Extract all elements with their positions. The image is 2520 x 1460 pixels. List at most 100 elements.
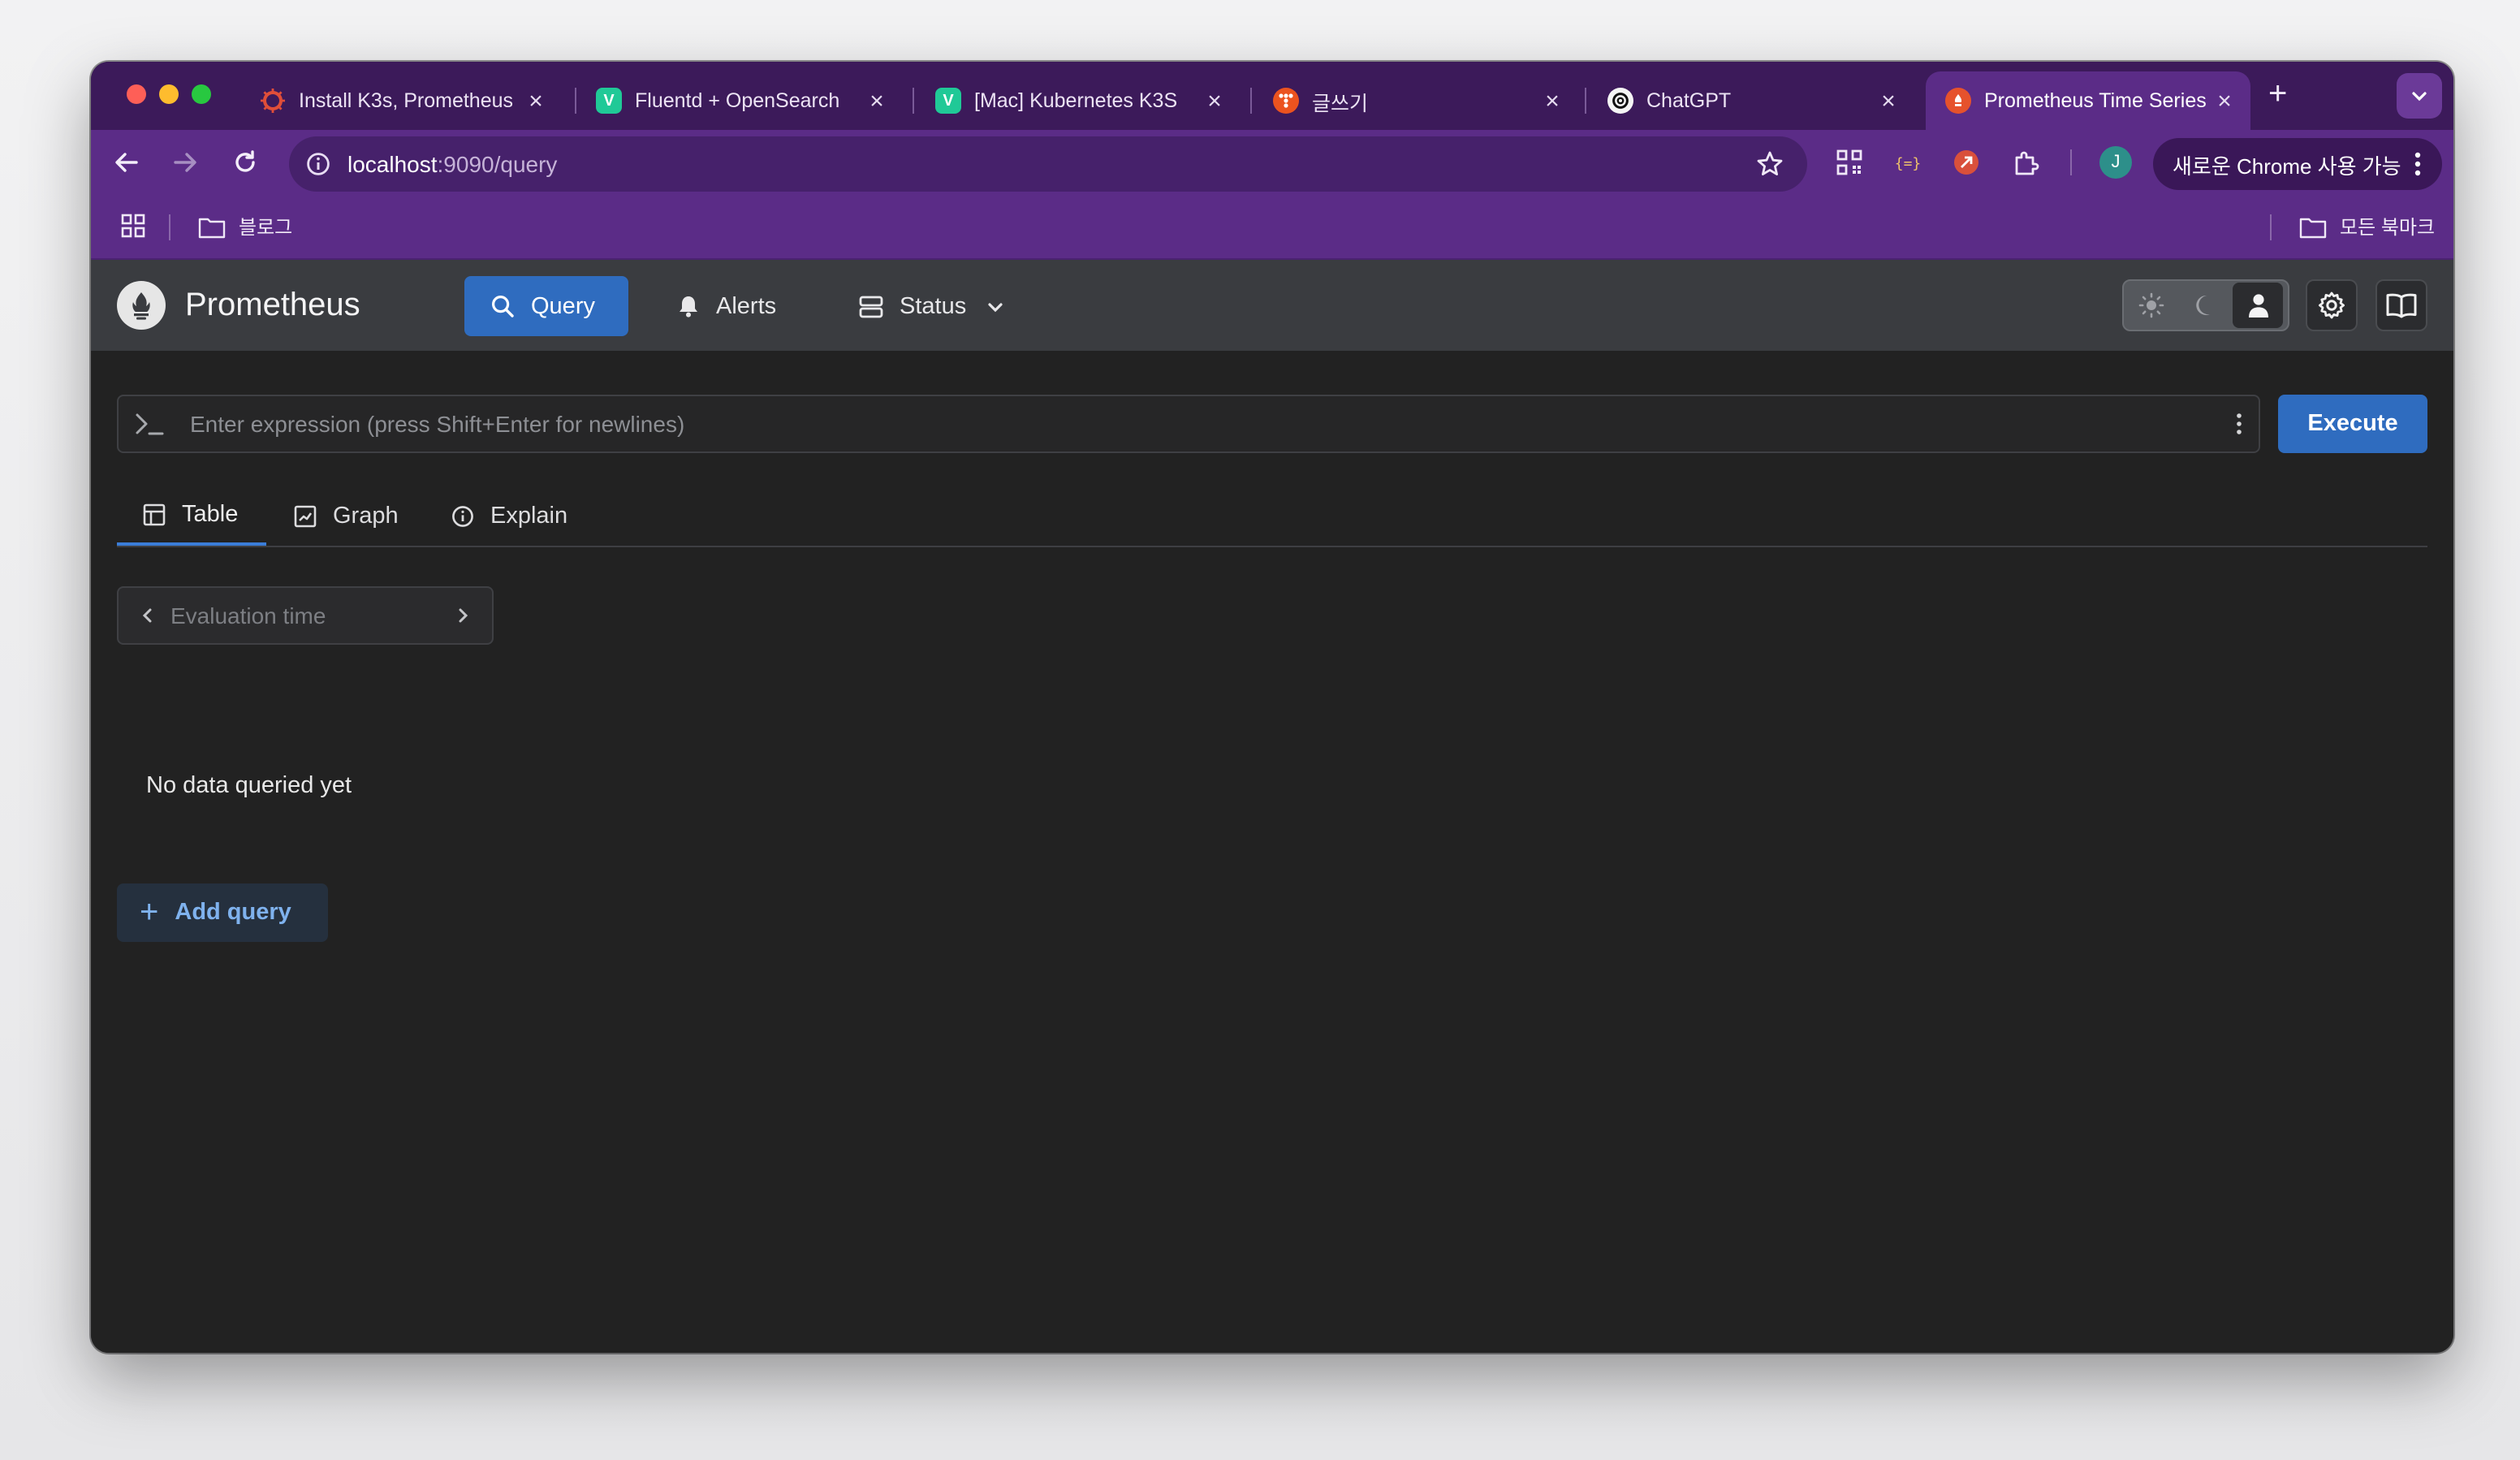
brand-title: Prometheus	[185, 287, 360, 322]
add-query-button[interactable]: + Add query	[117, 883, 328, 942]
tab-title: 글쓰기	[1312, 92, 1369, 114]
expression-input[interactable]	[187, 409, 2220, 438]
server-icon	[859, 295, 883, 317]
bookmark-divider	[2270, 214, 2272, 240]
star-bookmark-icon[interactable]	[1755, 149, 1784, 179]
tab-graph[interactable]: Graph	[294, 487, 399, 546]
browser-window: Install K3s, Prometheus × V Fluentd + Op…	[91, 62, 2453, 1353]
apps-grid-icon[interactable]	[120, 213, 146, 239]
light-theme-button[interactable]	[2124, 281, 2177, 330]
prometheus-logo-icon	[117, 281, 166, 330]
dark-theme-button[interactable]	[2177, 281, 2231, 330]
tab-divider	[913, 88, 914, 114]
bookmark-folder-blog[interactable]: 블로그	[198, 213, 292, 240]
more-vert-icon[interactable]	[2413, 149, 2423, 179]
bookmark-divider	[169, 214, 170, 240]
velog-icon: V	[596, 88, 622, 114]
gear-icon	[2319, 292, 2345, 319]
tab-divider	[1585, 88, 1586, 114]
bookmarks-bar: 블로그 모든 북마크	[91, 195, 2453, 260]
tab-title: Fluentd + OpenSearch	[635, 89, 840, 112]
documentation-button[interactable]	[2375, 279, 2427, 331]
close-tab-icon[interactable]: ×	[2211, 87, 2237, 114]
empty-state-message: No data queried yet	[146, 773, 352, 799]
auto-theme-button[interactable]	[2233, 283, 2283, 328]
expression-input-container	[117, 395, 2260, 453]
new-tab-button[interactable]: +	[2268, 78, 2287, 110]
theme-switcher	[2122, 279, 2289, 331]
update-label: 새로운 Chrome 사용 가능	[2173, 153, 2401, 178]
moon-icon	[2195, 295, 2209, 315]
browser-tab[interactable]: V Fluentd + OpenSearch ×	[576, 71, 903, 130]
close-window-button[interactable]	[127, 84, 146, 104]
back-arrow-icon[interactable]	[112, 148, 141, 177]
tab-title: Prometheus Time Series	[1984, 89, 2207, 112]
graph-icon	[294, 505, 317, 528]
chevron-left-icon[interactable]	[138, 606, 158, 625]
tab-title: Install K3s, Prometheus	[299, 89, 514, 112]
brand-link[interactable]: Prometheus	[117, 281, 360, 330]
all-bookmarks-button[interactable]: 모든 북마크	[2299, 213, 2435, 240]
velog-icon: V	[935, 88, 961, 114]
tab-search-button[interactable]	[2397, 73, 2442, 119]
browser-tab-active[interactable]: Prometheus Time Series ×	[1926, 71, 2250, 130]
nav-status-label: Status	[900, 293, 967, 319]
result-tabs: Table Graph Explain	[117, 487, 2427, 547]
close-tab-icon[interactable]: ×	[864, 87, 890, 114]
close-tab-icon[interactable]: ×	[1202, 87, 1228, 114]
chevron-down-icon	[988, 302, 1003, 312]
info-icon	[452, 506, 473, 527]
book-icon	[2386, 293, 2417, 318]
browser-tab[interactable]: V [Mac] Kubernetes K3S ×	[916, 71, 1241, 130]
close-tab-icon[interactable]: ×	[523, 87, 549, 114]
site-info-icon[interactable]	[305, 151, 331, 177]
folder-icon	[198, 217, 226, 238]
qr-code-icon[interactable]	[1835, 148, 1864, 177]
terminal-prompt-icon	[136, 413, 164, 435]
tab-table-label: Table	[182, 502, 239, 528]
evaluation-time-input[interactable]: Evaluation time	[170, 603, 453, 628]
nav-alerts-label: Alerts	[716, 293, 777, 319]
tab-explain[interactable]: Explain	[451, 487, 567, 546]
tab-title: ChatGPT	[1646, 89, 1732, 112]
nav-query[interactable]: Query	[464, 276, 628, 336]
chevron-right-icon[interactable]	[453, 606, 472, 625]
openai-icon	[1607, 88, 1633, 114]
tab-table[interactable]: Table	[117, 487, 266, 546]
browser-tab[interactable]: 글쓰기 ×	[1254, 71, 1578, 130]
json-formatter-icon[interactable]: {=}	[1893, 148, 1922, 177]
execute-button[interactable]: Execute	[2278, 395, 2427, 453]
bookmark-label: 블로그	[239, 216, 293, 239]
browser-tab[interactable]: ChatGPT ×	[1588, 71, 1914, 130]
close-tab-icon[interactable]: ×	[1875, 87, 1901, 114]
browser-tab[interactable]: Install K3s, Prometheus ×	[240, 71, 562, 130]
all-bookmarks-label: 모든 북마크	[2340, 216, 2436, 239]
minimize-window-button[interactable]	[159, 84, 179, 104]
chrome-update-button[interactable]: 새로운 Chrome 사용 가능	[2153, 138, 2442, 190]
bell-icon	[680, 296, 697, 317]
k3s-icon	[260, 88, 286, 114]
settings-button[interactable]	[2306, 279, 2358, 331]
url-text: localhost:9090/query	[347, 151, 558, 177]
profile-avatar[interactable]: J	[2099, 146, 2132, 179]
extension-red-icon[interactable]	[1952, 148, 1981, 177]
app-header: Prometheus Query Alerts Status	[91, 260, 2453, 351]
table-icon	[143, 503, 166, 526]
tab-strip: Install K3s, Prometheus × V Fluentd + Op…	[91, 62, 2453, 130]
maximize-window-button[interactable]	[192, 84, 211, 104]
nav-alerts[interactable]: Alerts	[651, 276, 802, 336]
svg-text:{=}: {=}	[1895, 155, 1922, 172]
address-bar[interactable]: localhost:9090/query	[289, 136, 1807, 192]
more-vert-icon	[2237, 413, 2242, 434]
nav-query-label: Query	[531, 293, 595, 319]
chevron-down-icon	[2412, 92, 2427, 102]
add-query-label: Add query	[175, 900, 291, 926]
extensions-puzzle-icon[interactable]	[2012, 148, 2041, 177]
reload-icon[interactable]	[231, 148, 260, 177]
nav-status-dropdown[interactable]: Status	[833, 276, 1031, 336]
expression-menu-button[interactable]	[2220, 411, 2259, 437]
forward-arrow-icon[interactable]	[170, 148, 200, 177]
prometheus-icon	[1945, 88, 1971, 114]
search-icon	[492, 296, 514, 317]
close-tab-icon[interactable]: ×	[1539, 87, 1565, 114]
